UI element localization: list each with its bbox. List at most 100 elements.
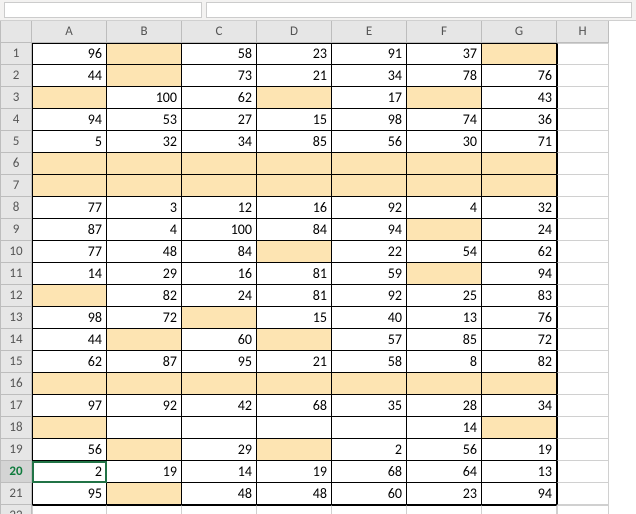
cell-C3[interactable]: 62 <box>182 87 257 109</box>
cell-E21[interactable]: 60 <box>332 483 407 505</box>
row-header-11[interactable]: 11 <box>0 263 32 285</box>
cell-F7[interactable] <box>407 175 482 197</box>
cell-A6[interactable] <box>32 153 107 175</box>
cell-H13[interactable] <box>557 307 609 329</box>
cell-H21[interactable] <box>557 483 609 505</box>
cell-D14[interactable] <box>257 329 332 351</box>
cell-H17[interactable] <box>557 395 609 417</box>
name-box[interactable] <box>4 2 202 18</box>
cell-D20[interactable]: 19 <box>257 461 332 483</box>
cell-G13[interactable]: 76 <box>482 307 557 329</box>
row-header-6[interactable]: 6 <box>0 153 32 175</box>
cell-F6[interactable] <box>407 153 482 175</box>
col-header-B[interactable]: B <box>107 21 182 43</box>
cell-B14[interactable] <box>107 329 182 351</box>
row-header-20[interactable]: 20 <box>0 461 32 483</box>
cell-A8[interactable]: 77 <box>32 197 107 219</box>
cell-F9[interactable] <box>407 219 482 241</box>
cell-C8[interactable]: 12 <box>182 197 257 219</box>
cell-D21[interactable]: 48 <box>257 483 332 505</box>
cell-G19[interactable]: 19 <box>482 439 557 461</box>
cell-H12[interactable] <box>557 285 609 307</box>
cell-B1[interactable] <box>107 43 182 65</box>
cell-A17[interactable]: 97 <box>32 395 107 417</box>
cell-G3[interactable]: 43 <box>482 87 557 109</box>
cell-H2[interactable] <box>557 65 609 87</box>
cell-B7[interactable] <box>107 175 182 197</box>
cell-B18[interactable] <box>107 417 182 439</box>
cell-D10[interactable] <box>257 241 332 263</box>
cell-B4[interactable]: 53 <box>107 109 182 131</box>
cell-D1[interactable]: 23 <box>257 43 332 65</box>
cell-H15[interactable] <box>557 351 609 373</box>
cell-A20[interactable]: 2 <box>32 461 107 483</box>
cell-B11[interactable]: 29 <box>107 263 182 285</box>
row-header-8[interactable]: 8 <box>0 197 32 219</box>
cell-F13[interactable]: 13 <box>407 307 482 329</box>
cell-D9[interactable]: 84 <box>257 219 332 241</box>
cell-G11[interactable]: 94 <box>482 263 557 285</box>
cell-B9[interactable]: 4 <box>107 219 182 241</box>
cell-A14[interactable]: 44 <box>32 329 107 351</box>
col-header-C[interactable]: C <box>182 21 257 43</box>
row-header-12[interactable]: 12 <box>0 285 32 307</box>
cell-H22[interactable] <box>557 505 609 514</box>
col-header-G[interactable]: G <box>482 21 557 43</box>
cell-H1[interactable] <box>557 43 609 65</box>
cell-H14[interactable] <box>557 329 609 351</box>
cell-E11[interactable]: 59 <box>332 263 407 285</box>
cell-E3[interactable]: 17 <box>332 87 407 109</box>
row-header-19[interactable]: 19 <box>0 439 32 461</box>
cell-G4[interactable]: 36 <box>482 109 557 131</box>
cell-B15[interactable]: 87 <box>107 351 182 373</box>
cell-G12[interactable]: 83 <box>482 285 557 307</box>
cell-A12[interactable] <box>32 285 107 307</box>
cell-C21[interactable]: 48 <box>182 483 257 505</box>
cell-G9[interactable]: 24 <box>482 219 557 241</box>
cell-G8[interactable]: 32 <box>482 197 557 219</box>
cell-E10[interactable]: 22 <box>332 241 407 263</box>
cell-E2[interactable]: 34 <box>332 65 407 87</box>
cell-D15[interactable]: 21 <box>257 351 332 373</box>
row-header-21[interactable]: 21 <box>0 483 32 505</box>
cell-E15[interactable]: 58 <box>332 351 407 373</box>
cell-A22[interactable] <box>32 505 107 514</box>
cell-D22[interactable] <box>257 505 332 514</box>
cell-D8[interactable]: 16 <box>257 197 332 219</box>
row-header-22[interactable]: 22 <box>0 505 32 514</box>
col-header-H[interactable]: H <box>557 21 609 43</box>
cell-E18[interactable] <box>332 417 407 439</box>
row-header-13[interactable]: 13 <box>0 307 32 329</box>
cell-C5[interactable]: 34 <box>182 131 257 153</box>
cell-D11[interactable]: 81 <box>257 263 332 285</box>
row-header-14[interactable]: 14 <box>0 329 32 351</box>
cell-C1[interactable]: 58 <box>182 43 257 65</box>
cell-B20[interactable]: 19 <box>107 461 182 483</box>
cell-G16[interactable] <box>482 373 557 395</box>
cell-F1[interactable]: 37 <box>407 43 482 65</box>
cell-C20[interactable]: 14 <box>182 461 257 483</box>
cell-E7[interactable] <box>332 175 407 197</box>
cell-C4[interactable]: 27 <box>182 109 257 131</box>
row-header-3[interactable]: 3 <box>0 87 32 109</box>
cell-C10[interactable]: 84 <box>182 241 257 263</box>
cell-F12[interactable]: 25 <box>407 285 482 307</box>
cell-F8[interactable]: 4 <box>407 197 482 219</box>
cell-D3[interactable] <box>257 87 332 109</box>
col-header-F[interactable]: F <box>407 21 482 43</box>
cell-C11[interactable]: 16 <box>182 263 257 285</box>
cell-H4[interactable] <box>557 109 609 131</box>
cell-F15[interactable]: 8 <box>407 351 482 373</box>
cell-A7[interactable] <box>32 175 107 197</box>
cell-A1[interactable]: 96 <box>32 43 107 65</box>
cell-F10[interactable]: 54 <box>407 241 482 263</box>
row-header-4[interactable]: 4 <box>0 109 32 131</box>
cell-C19[interactable]: 29 <box>182 439 257 461</box>
cell-H18[interactable] <box>557 417 609 439</box>
cell-B2[interactable] <box>107 65 182 87</box>
cell-H10[interactable] <box>557 241 609 263</box>
cell-A10[interactable]: 77 <box>32 241 107 263</box>
row-header-1[interactable]: 1 <box>0 43 32 65</box>
cell-F3[interactable] <box>407 87 482 109</box>
cell-F21[interactable]: 23 <box>407 483 482 505</box>
